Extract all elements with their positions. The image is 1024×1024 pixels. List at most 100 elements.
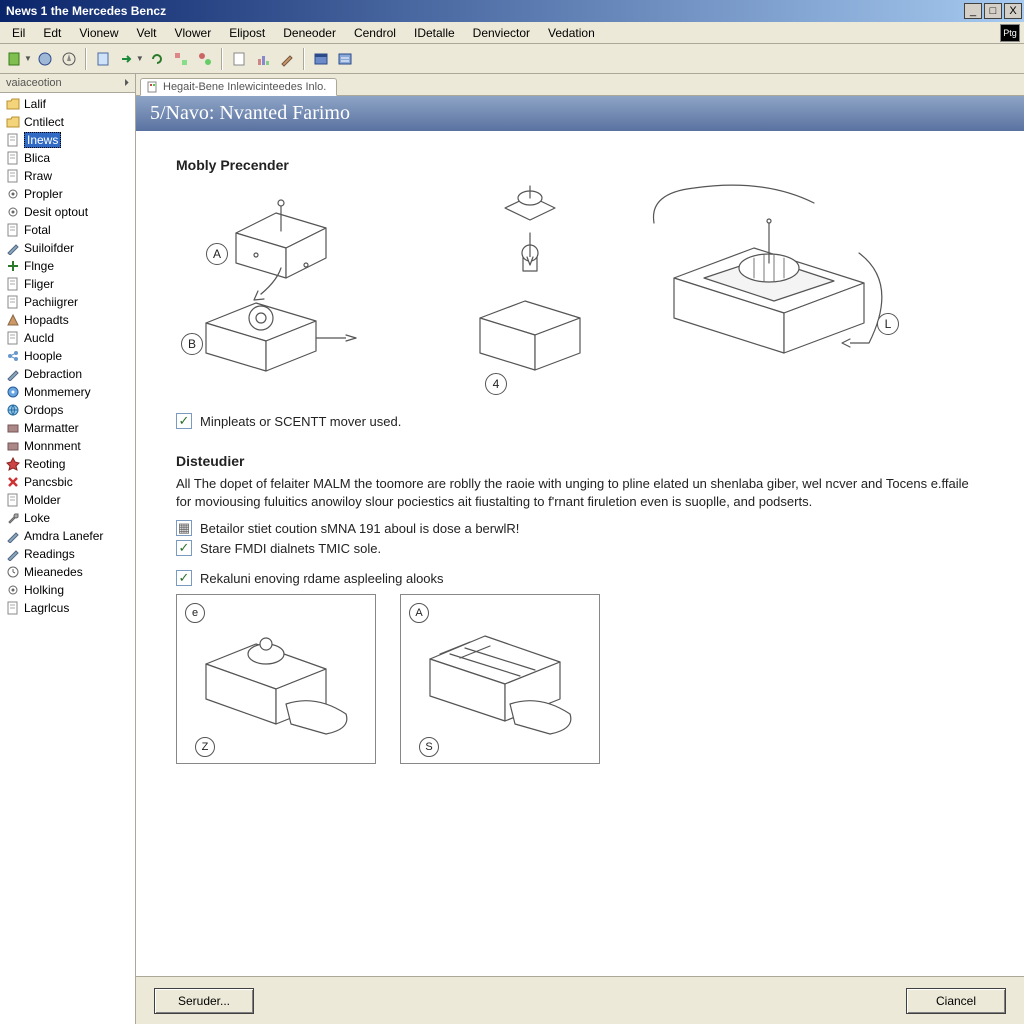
tool-chart-icon[interactable] bbox=[252, 48, 274, 70]
sidebar-item-molder[interactable]: Molder bbox=[0, 491, 135, 509]
cancel-button[interactable]: Ciancel bbox=[906, 988, 1006, 1014]
sidebar-item-label: Monmemery bbox=[24, 385, 91, 399]
sidebar-item-label: Reoting bbox=[24, 457, 65, 471]
sidebar-item-label: Propler bbox=[24, 187, 63, 201]
sidebar-item-hoople[interactable]: Hoople bbox=[0, 347, 135, 365]
menu-elipost[interactable]: Elipost bbox=[221, 24, 273, 42]
diag2-label-z: Z bbox=[195, 737, 215, 757]
menu-idetalle[interactable]: IDetalle bbox=[406, 24, 463, 42]
checkbox-3[interactable]: ✓ bbox=[176, 570, 192, 586]
check-label-2a: Betailor stiet coution sMNA 191 aboul is… bbox=[200, 521, 519, 536]
sidebar-item-flnge[interactable]: Flnge bbox=[0, 257, 135, 275]
sender-button[interactable]: Seruder... bbox=[154, 988, 254, 1014]
sidebar-item-amdra-lanefer[interactable]: Amdra Lanefer bbox=[0, 527, 135, 545]
sidebar-item-hopadts[interactable]: Hopadts bbox=[0, 311, 135, 329]
sidebar-item-label: Loke bbox=[24, 511, 50, 525]
checkbox-2b[interactable]: ✓ bbox=[176, 540, 192, 556]
sidebar-item-loke[interactable]: Loke bbox=[0, 509, 135, 527]
tool-window-icon[interactable] bbox=[310, 48, 332, 70]
window-title: News 1 the Mercedes Bencz bbox=[2, 4, 166, 18]
star-icon bbox=[6, 457, 20, 471]
sidebar-header[interactable]: vaiaceotion ⏵ bbox=[0, 74, 135, 93]
menu-deneoder[interactable]: Deneoder bbox=[275, 24, 344, 42]
clock-icon bbox=[6, 565, 20, 579]
check-label-1: Minpleats or SCENTT mover used. bbox=[200, 414, 401, 429]
sidebar-item-propler[interactable]: Propler bbox=[0, 185, 135, 203]
tool-doc-icon[interactable] bbox=[92, 48, 114, 70]
sidebar-item-marmatter[interactable]: Marmatter bbox=[0, 419, 135, 437]
check-label-3: Rekaluni enoving rdame aspleeling alooks bbox=[200, 571, 444, 586]
pen-icon bbox=[6, 547, 20, 561]
tool-brush-icon[interactable] bbox=[276, 48, 298, 70]
sidebar-item-lagrlcus[interactable]: Lagrlcus bbox=[0, 599, 135, 617]
sidebar-item-label: Rraw bbox=[24, 169, 52, 183]
sidebar-item-ordops[interactable]: Ordops bbox=[0, 401, 135, 419]
doc-icon bbox=[6, 223, 20, 237]
sidebar-item-desit-optout[interactable]: Desit optout bbox=[0, 203, 135, 221]
pen-icon bbox=[6, 241, 20, 255]
tool-new-icon[interactable] bbox=[4, 48, 26, 70]
sidebar-item-monmemery[interactable]: Monmemery bbox=[0, 383, 135, 401]
tool-form-icon[interactable] bbox=[334, 48, 356, 70]
menu-cendrol[interactable]: Cendrol bbox=[346, 24, 404, 42]
folder-icon bbox=[6, 115, 20, 129]
sidebar-item-pancsbic[interactable]: Pancsbic bbox=[0, 473, 135, 491]
context-badge: Ptg bbox=[1000, 24, 1020, 42]
collapse-icon[interactable]: ⏵ bbox=[124, 78, 129, 89]
button-bar: Seruder... Ciancel bbox=[136, 976, 1024, 1024]
checkbox-1[interactable]: ✓ bbox=[176, 413, 192, 429]
menubar: Eil Edt Vionew Velt Vlower Elipost Deneo… bbox=[0, 22, 1024, 44]
menu-file[interactable]: Eil bbox=[4, 24, 33, 42]
sidebar-item-debraction[interactable]: Debraction bbox=[0, 365, 135, 383]
menu-view[interactable]: Vionew bbox=[71, 24, 126, 42]
diagram-row-2: e Z A bbox=[176, 594, 984, 764]
gear-icon bbox=[6, 205, 20, 219]
sidebar-item-holking[interactable]: Holking bbox=[0, 581, 135, 599]
tab-document[interactable]: Hegait-Bene Inlewicinteedes Inlo. bbox=[140, 78, 337, 96]
sidebar: vaiaceotion ⏵ Lalif CntilectInewsBlica Rra… bbox=[0, 74, 136, 1024]
diag2-label-e: e bbox=[185, 603, 205, 623]
tool-compass-icon[interactable] bbox=[58, 48, 80, 70]
sidebar-item-fotal[interactable]: Fotal bbox=[0, 221, 135, 239]
sidebar-item-aucld[interactable]: Aucld bbox=[0, 329, 135, 347]
doc-icon bbox=[6, 601, 20, 615]
sidebar-item-monnment[interactable]: Monnment bbox=[0, 437, 135, 455]
sidebar-item-label: Hopadts bbox=[24, 313, 69, 327]
menu-edit[interactable]: Edt bbox=[35, 24, 69, 42]
disc-icon bbox=[6, 385, 20, 399]
sidebar-item-rraw[interactable]: Rraw bbox=[0, 167, 135, 185]
sidebar-item-fliger[interactable]: Fliger bbox=[0, 275, 135, 293]
close-button[interactable]: X bbox=[1004, 3, 1022, 19]
diag2-label-s: S bbox=[419, 737, 439, 757]
checkbox-2a[interactable]: ▦ bbox=[176, 520, 192, 536]
toolbar: ▼ ▼ bbox=[0, 44, 1024, 74]
tool-refresh-icon[interactable] bbox=[146, 48, 168, 70]
dropdown-arrow-icon-2[interactable]: ▼ bbox=[136, 54, 144, 63]
menu-velt[interactable]: Velt bbox=[129, 24, 165, 42]
tool-shapes-icon[interactable] bbox=[170, 48, 192, 70]
folder-icon bbox=[6, 97, 20, 111]
sidebar-item-inews[interactable]: Inews bbox=[0, 131, 135, 149]
menu-denviector[interactable]: Denviector bbox=[465, 24, 538, 42]
tool-arrow-icon[interactable] bbox=[116, 48, 138, 70]
sidebar-item-suiloifder[interactable]: Suiloifder bbox=[0, 239, 135, 257]
sidebar-item-mieanedes[interactable]: Mieanedes bbox=[0, 563, 135, 581]
sidebar-item-reoting[interactable]: Reoting bbox=[0, 455, 135, 473]
tab-doc-icon bbox=[147, 81, 159, 93]
dropdown-arrow-icon[interactable]: ▼ bbox=[24, 54, 32, 63]
sidebar-item-label: Lalif bbox=[24, 97, 46, 111]
sidebar-item-cntilect[interactable]: Cntilect bbox=[0, 113, 135, 131]
menu-vedation[interactable]: Vedation bbox=[540, 24, 603, 42]
tool-page-icon[interactable] bbox=[228, 48, 250, 70]
sidebar-item-label: Holking bbox=[24, 583, 64, 597]
tool-palette-icon[interactable] bbox=[194, 48, 216, 70]
check-row-1: ✓ Minpleats or SCENTT mover used. bbox=[176, 413, 984, 429]
tool-globe-icon[interactable] bbox=[34, 48, 56, 70]
maximize-button[interactable]: □ bbox=[984, 3, 1002, 19]
menu-vlower[interactable]: Vlower bbox=[167, 24, 220, 42]
minimize-button[interactable]: _ bbox=[964, 3, 982, 19]
sidebar-item-blica[interactable]: Blica bbox=[0, 149, 135, 167]
sidebar-item-lalif[interactable]: Lalif bbox=[0, 95, 135, 113]
sidebar-item-pachiigrer[interactable]: Pachiigrer bbox=[0, 293, 135, 311]
sidebar-item-readings[interactable]: Readings bbox=[0, 545, 135, 563]
